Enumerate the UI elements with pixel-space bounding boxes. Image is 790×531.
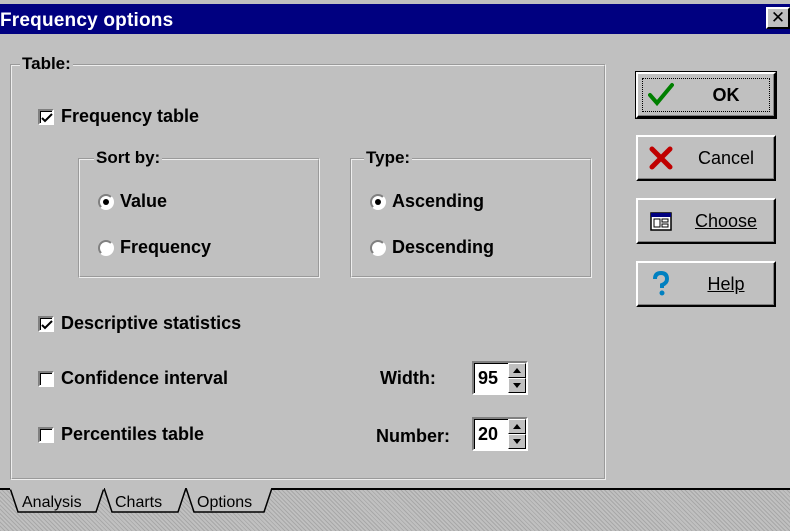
sort-by-value-radio[interactable] (98, 194, 114, 210)
width-spin-buttons (508, 363, 526, 393)
close-button[interactable]: ✕ (766, 7, 790, 29)
close-icon: ✕ (770, 8, 786, 27)
title-bar: Frequency options ✕ (0, 4, 790, 34)
tab-options[interactable]: Options (197, 494, 252, 512)
checkmark-icon (648, 83, 674, 107)
width-stepper[interactable]: 95 (472, 361, 528, 395)
arrow-down-icon (513, 383, 521, 388)
percentiles-table-label: Percentiles table (61, 424, 205, 444)
help-button-label: Help (707, 274, 745, 294)
sort-by-frequency-radio[interactable] (98, 240, 114, 256)
cancel-button[interactable]: Cancel (636, 135, 776, 181)
type-descending-radio[interactable] (370, 240, 386, 256)
arrow-up-icon (513, 424, 521, 429)
x-icon (649, 146, 673, 170)
choose-button[interactable]: Choose (636, 198, 776, 244)
table-group-legend: Table: (20, 54, 73, 74)
width-decrement-button[interactable] (508, 378, 526, 393)
window-icon (650, 212, 672, 231)
ok-button[interactable]: OK (635, 71, 777, 119)
number-spin-buttons (508, 419, 526, 449)
descriptive-statistics-label: Descriptive statistics (61, 313, 242, 333)
descriptive-statistics-checkbox[interactable] (38, 316, 54, 332)
checkmark-glyph-icon (41, 320, 53, 330)
type-legend: Type: (364, 148, 413, 168)
sort-by-value-label: Value (120, 191, 168, 211)
tab-charts[interactable]: Charts (115, 494, 162, 512)
type-group (350, 158, 592, 278)
sort-by-group (78, 158, 320, 278)
width-label: Width: (380, 368, 436, 388)
confidence-interval-checkbox[interactable] (38, 371, 54, 387)
percentiles-table-checkbox[interactable] (38, 427, 54, 443)
number-decrement-button[interactable] (508, 434, 526, 449)
sort-by-frequency-label: Frequency (120, 237, 212, 257)
width-increment-button[interactable] (508, 363, 526, 378)
number-increment-button[interactable] (508, 419, 526, 434)
arrow-up-icon (513, 368, 521, 373)
radio-dot (103, 199, 109, 205)
checkmark-glyph-icon (41, 113, 53, 123)
confidence-interval-label: Confidence interval (61, 368, 229, 388)
type-descending-label: Descending (392, 237, 495, 257)
frequency-table-checkbox[interactable] (38, 109, 54, 125)
arrow-down-icon (513, 439, 521, 444)
type-ascending-radio[interactable] (370, 194, 386, 210)
ok-button-label: OK (712, 85, 740, 105)
choose-button-label: Choose (694, 211, 758, 231)
frequency-table-label: Frequency table (61, 106, 200, 126)
number-stepper[interactable]: 20 (472, 417, 528, 451)
number-label: Number: (376, 426, 451, 446)
cancel-button-label: Cancel (697, 148, 755, 168)
help-button[interactable]: Help (636, 261, 776, 307)
radio-dot (375, 199, 381, 205)
number-value[interactable]: 20 (478, 424, 498, 445)
type-ascending-label: Ascending (392, 191, 485, 211)
dialog-body: Table: Frequency table Sort by: Value Fr… (0, 34, 790, 531)
width-value[interactable]: 95 (478, 368, 498, 389)
question-icon (653, 271, 670, 296)
window-title: Frequency options (0, 10, 174, 31)
sort-by-legend: Sort by: (94, 148, 163, 168)
tab-analysis[interactable]: Analysis (22, 494, 82, 512)
